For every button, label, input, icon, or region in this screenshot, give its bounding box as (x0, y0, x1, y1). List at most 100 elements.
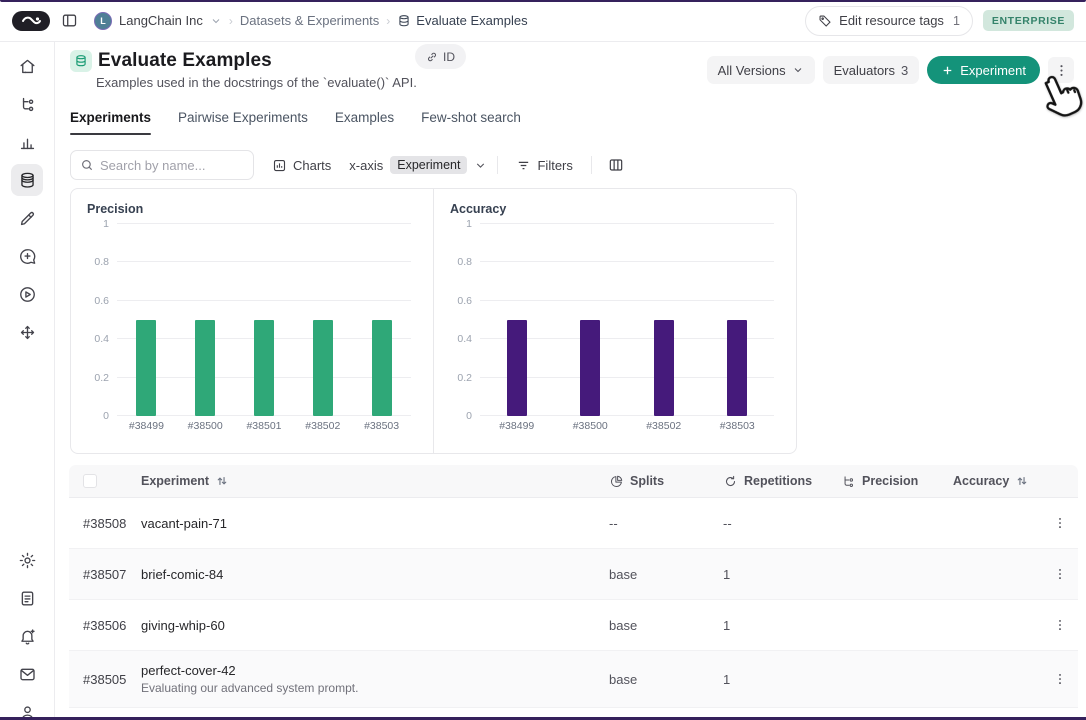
precision-value (833, 667, 945, 691)
chart-title: Accuracy (450, 202, 780, 216)
y-tick-label: 1 (87, 218, 109, 230)
sidebar-item-notifications[interactable] (11, 620, 43, 652)
dataset-icon (70, 50, 92, 72)
tab-few-shot-search[interactable]: Few-shot search (421, 110, 521, 135)
splits-value: -- (601, 504, 715, 543)
breadcrumb-section[interactable]: Datasets & Experiments (240, 13, 379, 28)
bar-38499[interactable] (507, 320, 527, 416)
sort-icon[interactable] (215, 474, 229, 488)
tab-pairwise-experiments[interactable]: Pairwise Experiments (178, 110, 308, 135)
bar-38500[interactable] (580, 320, 600, 416)
tracing-projects-icon (18, 95, 37, 114)
breadcrumb-separator: › (386, 14, 390, 28)
table-row-38507[interactable]: #38507brief-comic-84base1 (69, 549, 1078, 600)
sidebar-item-datasets-experiments[interactable] (11, 164, 43, 196)
sidebar-bottom-group (11, 544, 43, 720)
sidebar-item-monitoring[interactable] (11, 126, 43, 158)
row-menu-button[interactable] (1047, 666, 1073, 692)
sidebar-toggle-icon[interactable] (58, 10, 80, 32)
mail-icon (18, 665, 37, 684)
row-menu-button[interactable] (1047, 510, 1073, 536)
sort-icon[interactable] (1015, 474, 1029, 488)
select-all-checkbox[interactable] (83, 474, 97, 488)
column-header-accuracy[interactable]: Accuracy (945, 474, 1039, 488)
column-header-repetitions[interactable]: Repetitions (715, 474, 833, 489)
org-avatar[interactable]: L (94, 12, 112, 30)
tab-examples[interactable]: Examples (335, 110, 394, 135)
evaluators-button[interactable]: Evaluators 3 (823, 56, 920, 84)
y-tick-label: 0 (450, 410, 472, 422)
bar-38499[interactable] (136, 320, 156, 416)
charts-button[interactable]: Charts (264, 150, 339, 180)
kebab-menu-icon (1054, 63, 1069, 78)
tags-count: 1 (953, 14, 960, 28)
bar-38501[interactable] (254, 320, 274, 416)
all-versions-dropdown[interactable]: All Versions (707, 56, 815, 84)
monitoring-icon (18, 133, 37, 152)
y-tick-label: 0.6 (87, 295, 109, 307)
bars (117, 224, 411, 416)
bar-38502[interactable] (313, 320, 333, 416)
xaxis-dropdown[interactable]: x-axis Experiment (349, 156, 487, 174)
sidebar-item-playground[interactable] (11, 278, 43, 310)
new-experiment-button[interactable]: Experiment (927, 56, 1040, 84)
table-row-38508[interactable]: #38508vacant-pain-71---- (69, 498, 1078, 549)
repetitions-value: 1 (715, 606, 833, 645)
row-menu-button[interactable] (1047, 561, 1073, 587)
chevron-down-icon (792, 64, 804, 76)
deployments-icon (18, 323, 37, 342)
sidebar-item-tracing-projects[interactable] (11, 88, 43, 120)
columns-button[interactable] (602, 151, 630, 179)
search-input[interactable] (100, 158, 240, 173)
bar-38503[interactable] (727, 320, 747, 416)
experiment-id: #38506 (69, 606, 141, 645)
x-axis-labels: #38499#38500#38501#38502#38503 (117, 420, 411, 432)
y-tick-label: 0.8 (87, 256, 109, 268)
sidebar-item-settings[interactable] (11, 544, 43, 576)
bar-38502[interactable] (654, 320, 674, 416)
sidebar-item-annotation-queues[interactable] (11, 202, 43, 234)
chart-title: Precision (87, 202, 417, 216)
copy-id-button[interactable]: ID (415, 44, 466, 69)
row-menu-button[interactable] (1047, 612, 1073, 638)
table-row-38505[interactable]: #38505perfect-cover-42Evaluating our adv… (69, 651, 1078, 708)
experiment-name: brief-comic-84 (141, 567, 601, 582)
bar-38500[interactable] (195, 320, 215, 416)
sidebar-item-prompts[interactable] (11, 240, 43, 272)
sidebar-item-docs[interactable] (11, 582, 43, 614)
column-header-experiment[interactable]: Experiment (141, 474, 601, 488)
breadcrumb-page[interactable]: Evaluate Examples (397, 13, 527, 28)
settings-icon (18, 551, 37, 570)
langsmith-logo[interactable] (12, 11, 50, 31)
edit-resource-tags-button[interactable]: Edit resource tags 1 (805, 6, 973, 36)
chevron-down-icon[interactable] (210, 15, 222, 27)
plus-icon (941, 64, 954, 77)
filters-button[interactable]: Filters (508, 150, 580, 180)
org-name[interactable]: LangChain Inc (119, 13, 203, 28)
prompts-icon (18, 247, 37, 266)
sidebar-item-mail[interactable] (11, 658, 43, 690)
y-tick-label: 0.8 (450, 256, 472, 268)
chart-card-precision: Precision00.20.40.60.81#38499#38500#3850… (70, 188, 434, 454)
experiment-name-cell: perfect-cover-42Evaluating our advanced … (141, 651, 601, 707)
column-label: Precision (862, 474, 918, 488)
select-all-cell (69, 474, 141, 488)
y-tick-label: 0.2 (87, 372, 109, 384)
more-options-button[interactable] (1048, 57, 1074, 83)
column-header-precision[interactable]: Precision (833, 474, 945, 489)
repeat-icon (723, 474, 738, 489)
table-row-38506[interactable]: #38506giving-whip-60base1 (69, 600, 1078, 651)
bar-38503[interactable] (372, 320, 392, 416)
sidebar-item-deployments[interactable] (11, 316, 43, 348)
sidebar-item-home[interactable] (11, 50, 43, 82)
tabs: Experiments Pairwise Experiments Examples F… (70, 110, 521, 135)
column-label: Repetitions (744, 474, 812, 488)
x-tick-label: #38499 (480, 420, 554, 432)
page-description: Examples used in the docstrings of the `… (96, 75, 417, 90)
pie-chart-icon (609, 474, 624, 489)
x-tick-label: #38503 (352, 420, 411, 432)
tab-experiments[interactable]: Experiments (70, 110, 151, 135)
x-tick-label: #38502 (293, 420, 352, 432)
header-controls: All Versions Evaluators 3 Experiment (707, 56, 1074, 84)
column-header-splits[interactable]: Splits (601, 474, 715, 489)
